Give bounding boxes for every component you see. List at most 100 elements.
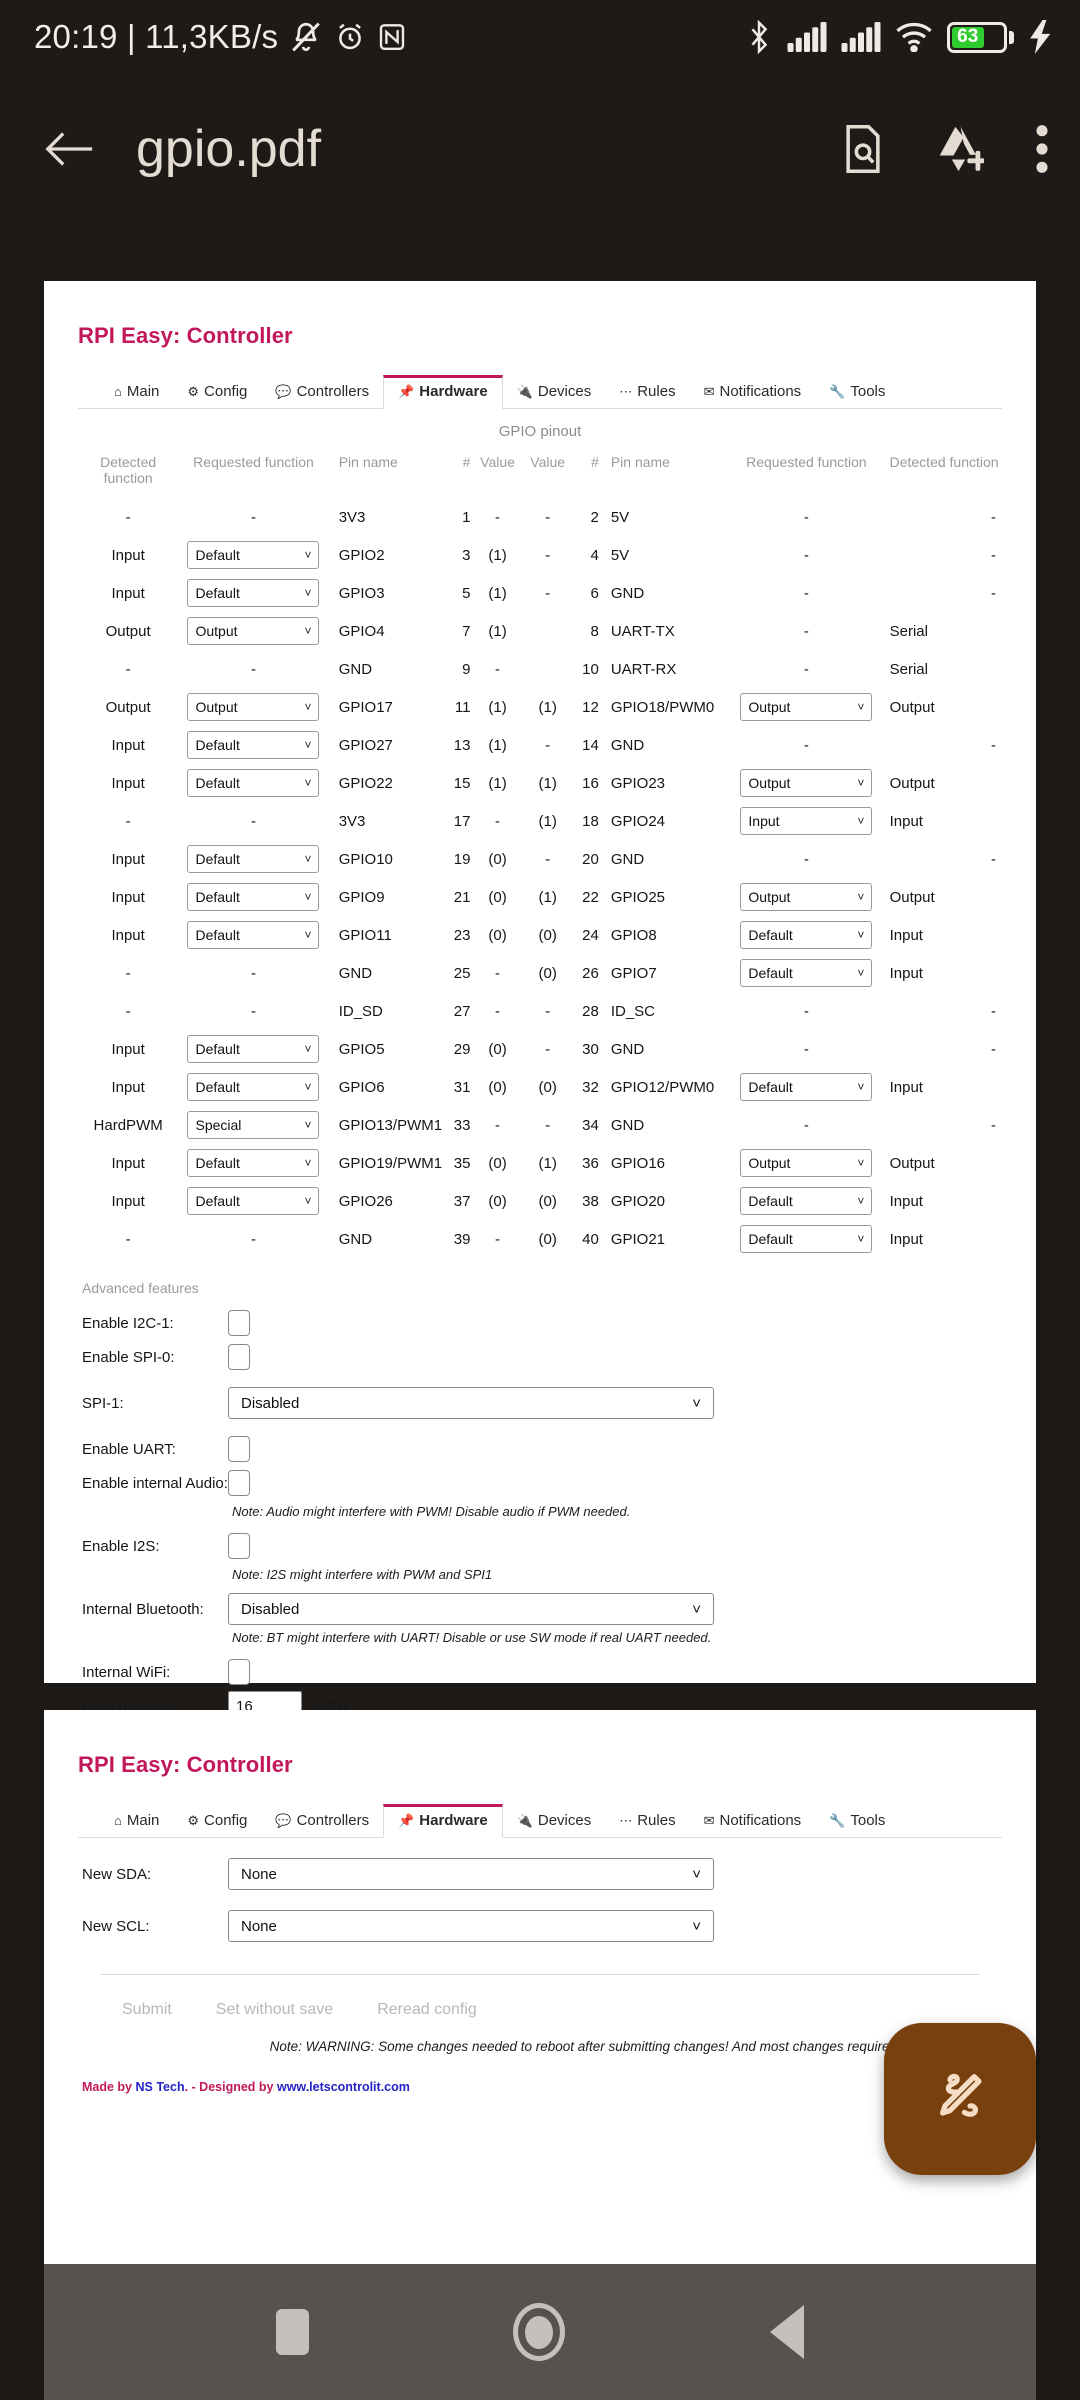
requested-function-select-right-cell: Output ˅ <box>731 764 881 802</box>
tab-notifications[interactable]: ✉ Notifications <box>690 377 816 408</box>
requested-function-select-right[interactable]: Output ˅ <box>740 769 873 798</box>
enable-i2c1-label: Enable I2C-1: <box>82 1314 174 1332</box>
cell-pin-number-right: 10 <box>582 660 599 678</box>
table-row: Input Default ˅ GPIO19/PWM1 35 (0) (1) 36 GPIO16… <box>78 1144 1002 1182</box>
requested-function-select-left[interactable]: Default ˅ <box>187 579 320 608</box>
requested-function-select-right[interactable]: Output ˅ <box>740 693 873 722</box>
requested-function-select-left[interactable]: Output ˅ <box>187 693 320 722</box>
android-nav-bar <box>44 2264 1036 2400</box>
row-enable-spi0: Enable SPI-0: <box>78 1340 1002 1374</box>
cell-pin-name-left: GND <box>338 1230 373 1248</box>
enable-uart-checkbox[interactable] <box>228 1436 250 1463</box>
credits-link[interactable]: www.letscontrolit.com <box>277 2080 410 2094</box>
table-row: Input Default ˅ GPIO11 23 (0) (0) 24 GPIO8 Defaul… <box>78 916 1002 954</box>
requested-function-select-right[interactable]: Default ˅ <box>740 959 873 988</box>
requested-function-select-left[interactable]: Output ˅ <box>187 617 320 646</box>
enable-internal-audio-checkbox[interactable] <box>228 1470 250 1497</box>
tab-config[interactable]: ⚙ Config <box>173 377 261 408</box>
new-sda-select[interactable]: None ˅ <box>228 1858 714 1890</box>
home-circle-icon[interactable] <box>513 2303 566 2361</box>
tab-notifications[interactable]: ✉ Notifications <box>690 1806 816 1837</box>
home-icon: ⌂ <box>114 1813 122 1828</box>
tab-config[interactable]: ⚙ Config <box>173 1806 261 1837</box>
pdf-page-1: RPI Easy: Controller ⌂ Main ⚙ Config 💬 Cont… <box>44 281 1036 1722</box>
spi1-select[interactable]: Disabled ˅ <box>228 1387 714 1420</box>
tab-devices[interactable]: 🔌 Devices <box>503 377 606 408</box>
requested-function-select-left[interactable]: Default ˅ <box>187 883 320 912</box>
tab-tools[interactable]: 🔧 Tools <box>815 377 899 408</box>
cell-value-left: - <box>495 508 501 526</box>
tab-controllers[interactable]: 💬 Controllers <box>261 377 383 408</box>
cell-pin-name-right: GPIO18/PWM0 <box>610 698 715 716</box>
annotate-fab-button[interactable] <box>884 2023 1036 2175</box>
requested-function-select-left[interactable]: Default ˅ <box>187 1187 320 1216</box>
internal-wifi-checkbox[interactable] <box>228 1659 250 1686</box>
tab-tools[interactable]: 🔧 Tools <box>815 1806 899 1837</box>
set-without-save-button[interactable]: Set without save <box>216 2001 333 2019</box>
tab-rules[interactable]: ⋯ Rules <box>605 377 689 408</box>
cell-value-right <box>523 612 573 650</box>
enable-spi0-checkbox[interactable] <box>228 1344 250 1371</box>
recents-square-icon[interactable] <box>276 2309 310 2355</box>
requested-function-select-right-value: Output <box>748 1155 791 1172</box>
enable-i2c1-checkbox[interactable] <box>228 1310 250 1337</box>
requested-function-select-right[interactable]: Input ˅ <box>740 807 873 836</box>
back-arrow-icon[interactable] <box>42 127 96 171</box>
cell-detected-function-left: Input <box>111 888 145 906</box>
tab-hardware[interactable]: 📌 Hardware <box>383 375 503 409</box>
internal-bluetooth-select[interactable]: Disabled ˅ <box>228 1593 714 1626</box>
drive-add-icon[interactable] <box>936 124 984 174</box>
requested-function-select-left[interactable]: Default ˅ <box>187 1149 320 1178</box>
cell-value-right: (1) <box>538 1154 557 1172</box>
enable-i2s-checkbox[interactable] <box>228 1533 250 1560</box>
requested-function-select-right-value: Default <box>748 1231 793 1248</box>
requested-function-select-right[interactable]: Default ˅ <box>740 921 873 950</box>
requested-function-select-left[interactable]: Default ˅ <box>187 731 320 760</box>
th-detected-right: Detected function <box>889 454 999 470</box>
cell-detected-function-right: Input <box>889 1192 923 1210</box>
table-row: Input Default ˅ GPIO6 31 (0) (0) 32 GPIO12/PWM0 D… <box>78 1068 1002 1106</box>
tab-label: Config <box>204 383 248 400</box>
cell-pin-name-left: GPIO22 <box>338 774 393 792</box>
requested-function-select-right[interactable]: Default ˅ <box>740 1073 873 1102</box>
tab-rules[interactable]: ⋯ Rules <box>605 1806 689 1837</box>
table-row: Input Default ˅ GPIO26 37 (0) (0) 38 GPIO20 Defau… <box>78 1182 1002 1220</box>
requested-function-select-left[interactable]: Default ˅ <box>187 1073 320 1102</box>
new-scl-select[interactable]: None ˅ <box>228 1910 714 1942</box>
tab-main[interactable]: ⌂ Main <box>100 1806 173 1837</box>
chevron-down-icon: ˅ <box>857 966 865 981</box>
overflow-menu-icon[interactable] <box>1034 124 1050 174</box>
cell-value-left: - <box>495 812 501 830</box>
requested-function-select-left[interactable]: Default ˅ <box>187 769 320 798</box>
tab-main[interactable]: ⌂ Main <box>100 377 173 408</box>
submit-button[interactable]: Submit <box>122 2001 172 2019</box>
cell-pin-number-right: 36 <box>582 1154 599 1172</box>
tab-controllers[interactable]: 💬 Controllers <box>261 1806 383 1837</box>
requested-function-select-left[interactable]: Default ˅ <box>187 921 320 950</box>
row-new-scl: New SCL: None ˅ <box>78 1910 1002 1942</box>
requested-function-select-left[interactable]: Default ˅ <box>187 1035 320 1064</box>
requested-function-select-right[interactable]: Default ˅ <box>740 1225 873 1254</box>
back-triangle-icon[interactable] <box>769 2305 804 2359</box>
cell-value-right <box>523 650 573 688</box>
requested-function-select-left[interactable]: Default ˅ <box>187 541 320 570</box>
cell-detected-function-left: Input <box>111 584 145 602</box>
cell-value-right: (1) <box>538 888 557 906</box>
tab-devices[interactable]: 🔌 Devices <box>503 1806 606 1837</box>
requested-function-select-left[interactable]: Special ˅ <box>187 1111 320 1140</box>
requested-function-select-right[interactable]: Output ˅ <box>740 1149 873 1178</box>
cell-detected-function-left: Input <box>111 1154 145 1172</box>
tab-hardware[interactable]: 📌 Hardware <box>383 1804 503 1838</box>
requested-function-select-right[interactable]: Output ˅ <box>740 883 873 912</box>
cell-pin-name-left: GPIO27 <box>338 736 393 754</box>
cell-value-left: (1) <box>488 546 507 564</box>
new-sda-selected-value: None <box>241 1865 277 1883</box>
reread-config-button[interactable]: Reread config <box>377 2001 477 2019</box>
document-search-icon[interactable] <box>840 123 886 175</box>
requested-function-select-left[interactable]: Default ˅ <box>187 845 320 874</box>
cell-pin-name-right: 5V <box>610 546 630 564</box>
requested-function-select-right[interactable]: Default ˅ <box>740 1187 873 1216</box>
cell-value-right: - <box>545 508 551 526</box>
battery-tip <box>1009 30 1014 44</box>
requested-function-select-left-value: Default <box>195 889 240 906</box>
